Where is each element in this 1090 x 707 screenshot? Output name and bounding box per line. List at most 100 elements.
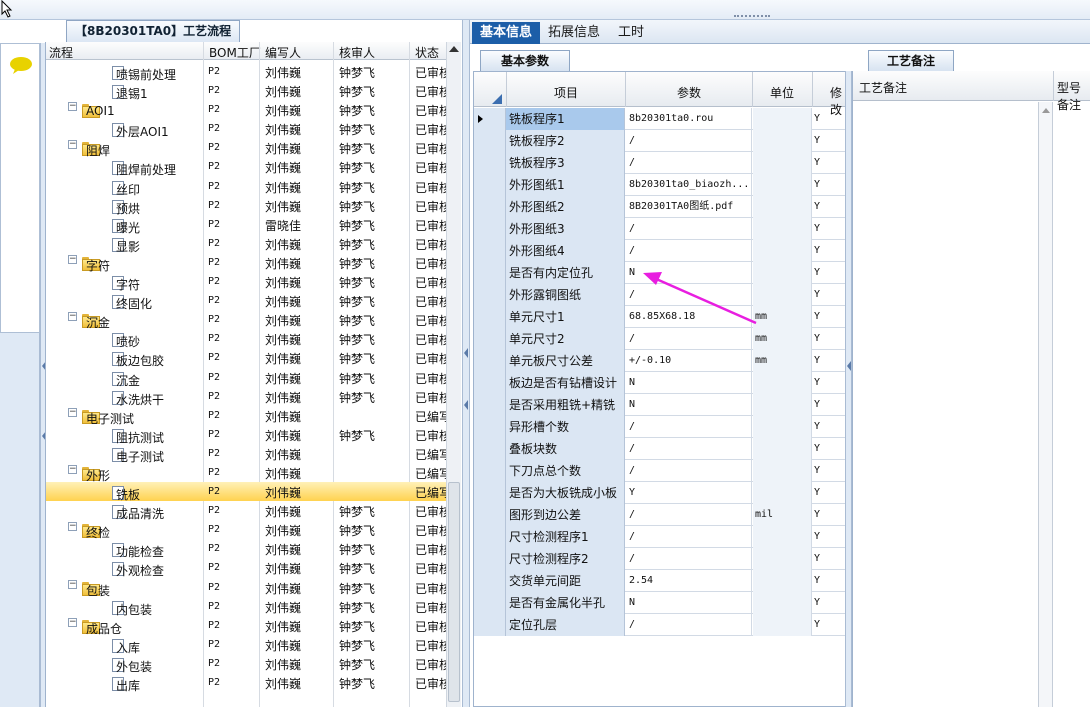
- param-cell[interactable]: /: [626, 526, 752, 548]
- tree-row[interactable]: 成品清洗 P2 刘伟巍 钟梦飞 已审核: [46, 501, 446, 521]
- tab-extended-info[interactable]: 拓展信息: [540, 22, 608, 44]
- tree-row[interactable]: − 终检 P2 刘伟巍 钟梦飞 已审核: [46, 520, 446, 540]
- col-param[interactable]: 参数: [677, 84, 701, 101]
- collapse-toggle-icon[interactable]: −: [68, 140, 77, 150]
- unit-cell[interactable]: [753, 614, 812, 636]
- param-cell[interactable]: /: [626, 240, 752, 262]
- modify-cell[interactable]: Y: [813, 526, 847, 548]
- modify-cell[interactable]: Y: [813, 350, 847, 372]
- tree-row[interactable]: 喷锡前处理 P2 刘伟巍 钟梦飞 已审核: [46, 62, 446, 82]
- unit-cell[interactable]: [753, 460, 812, 482]
- tree-row[interactable]: − 阻焊 P2 刘伟巍 钟梦飞 已审核: [46, 138, 446, 158]
- unit-cell[interactable]: mm: [753, 306, 812, 328]
- grid-row[interactable]: 铣板程序1 8b20301ta0.rou Y: [474, 108, 847, 130]
- col-status[interactable]: 状态: [415, 44, 439, 61]
- grid-row[interactable]: 尺寸检测程序2/ Y: [474, 548, 847, 570]
- col-item[interactable]: 项目: [554, 84, 578, 101]
- grid-row[interactable]: 铣板程序2/ Y: [474, 130, 847, 152]
- modify-cell[interactable]: Y: [813, 460, 847, 482]
- grid-row[interactable]: 尺寸检测程序1/ Y: [474, 526, 847, 548]
- unit-cell[interactable]: [753, 372, 812, 394]
- tree-row[interactable]: 出库 P2 刘伟巍 钟梦飞 已审核: [46, 673, 446, 693]
- row-header[interactable]: [474, 196, 506, 218]
- tree-scrollbar[interactable]: [446, 42, 461, 707]
- tree-row[interactable]: 外层AOI1 P2 刘伟巍 钟梦飞 已审核: [46, 119, 446, 139]
- grid-row[interactable]: 单元板尺寸公差 +/-0.10 mm Y: [474, 350, 847, 372]
- param-cell[interactable]: /: [626, 614, 752, 636]
- unit-cell[interactable]: [753, 196, 812, 218]
- grid-row[interactable]: 是否有金属化半孔 N Y: [474, 592, 847, 614]
- modify-cell[interactable]: Y: [813, 372, 847, 394]
- tree-row[interactable]: − 电子测试 P2 刘伟巍 已编写: [46, 406, 446, 426]
- tree-row[interactable]: 内包装 P2 刘伟巍 钟梦飞 已审核: [46, 597, 446, 617]
- unit-cell[interactable]: [753, 592, 812, 614]
- unit-cell[interactable]: [753, 240, 812, 262]
- param-cell[interactable]: 68.85X68.18: [626, 306, 752, 328]
- tree-row[interactable]: − 成品仓 P2 刘伟巍 钟梦飞 已审核: [46, 616, 446, 636]
- tree-row[interactable]: 预烘 P2 刘伟巍 钟梦飞 已审核: [46, 196, 446, 216]
- collapse-toggle-icon[interactable]: −: [68, 312, 77, 322]
- grid-row[interactable]: 外形图纸2 8B20301TA0图纸.pdf Y: [474, 196, 847, 218]
- param-cell[interactable]: /: [626, 130, 752, 152]
- tree-row[interactable]: − AOI1 P2 刘伟巍 钟梦飞 已审核: [46, 100, 446, 119]
- collapse-toggle-icon[interactable]: −: [68, 407, 77, 417]
- col-flow[interactable]: 流程: [49, 44, 73, 61]
- unit-cell[interactable]: [753, 438, 812, 460]
- modify-cell[interactable]: Y: [813, 240, 847, 262]
- grid-row[interactable]: 板边是否有钻槽设计 N Y: [474, 372, 847, 394]
- tree-row[interactable]: 功能检查 P2 刘伟巍 钟梦飞 已审核: [46, 539, 446, 559]
- row-header[interactable]: [474, 152, 506, 174]
- col-writer[interactable]: 编写人: [265, 44, 301, 61]
- row-header[interactable]: [474, 548, 506, 570]
- grid-row[interactable]: 外形图纸3/ Y: [474, 218, 847, 240]
- tree-row[interactable]: 曝光 P2 雷晓佳 钟梦飞 已审核: [46, 215, 446, 235]
- modify-cell[interactable]: Y: [813, 306, 847, 328]
- row-header[interactable]: [474, 262, 506, 284]
- tree-row[interactable]: 入库 P2 刘伟巍 钟梦飞 已审核: [46, 635, 446, 655]
- modify-cell[interactable]: Y: [813, 174, 847, 196]
- modify-cell[interactable]: Y: [813, 108, 847, 130]
- row-header[interactable]: [474, 504, 506, 526]
- tree-row[interactable]: 阻抗测试 P2 刘伟巍 钟梦飞 已审核: [46, 425, 446, 445]
- tree-row[interactable]: − 沉金 P2 刘伟巍 钟梦飞 已审核: [46, 310, 446, 330]
- grid-row[interactable]: 外形露铜图纸 / Y: [474, 284, 847, 306]
- row-header[interactable]: [474, 328, 506, 350]
- tree-row[interactable]: 外观检查 P2 刘伟巍 钟梦飞 已审核: [46, 558, 446, 578]
- grid-row[interactable]: 定位孔层 / Y: [474, 614, 847, 636]
- grid-row[interactable]: 图形到边公差 / mil Y: [474, 504, 847, 526]
- center-splitter[interactable]: [462, 20, 470, 707]
- modify-cell[interactable]: Y: [813, 504, 847, 526]
- grid-row[interactable]: 是否有内定位孔 N Y: [474, 262, 847, 284]
- tree-row[interactable]: 终固化 P2 刘伟巍 钟梦飞 已审核: [46, 291, 446, 311]
- tree-row[interactable]: 阻焊前处理 P2 刘伟巍 钟梦飞 已审核: [46, 157, 446, 177]
- row-header[interactable]: [474, 482, 506, 504]
- unit-cell[interactable]: [753, 218, 812, 240]
- col-bom[interactable]: BOM工厂: [209, 44, 261, 61]
- collapse-toggle-icon[interactable]: −: [68, 464, 77, 474]
- param-cell[interactable]: N: [626, 372, 752, 394]
- row-header[interactable]: [474, 350, 506, 372]
- unit-cell[interactable]: [753, 108, 812, 130]
- unit-cell[interactable]: [753, 482, 812, 504]
- param-cell[interactable]: /: [626, 460, 752, 482]
- param-cell[interactable]: N: [626, 394, 752, 416]
- tree-row[interactable]: 喷砂 P2 刘伟巍 钟梦飞 已审核: [46, 329, 446, 349]
- grid-row[interactable]: 下刀点总个数 / Y: [474, 460, 847, 482]
- modify-cell[interactable]: Y: [813, 614, 847, 636]
- row-header[interactable]: [474, 614, 506, 636]
- grid-row[interactable]: 是否为大板铣成小板 Y Y: [474, 482, 847, 504]
- modify-cell[interactable]: Y: [813, 570, 847, 592]
- grid-row[interactable]: 外形图纸1 8b20301ta0_biaozh... Y: [474, 174, 847, 196]
- param-cell[interactable]: N: [626, 262, 752, 284]
- unit-cell[interactable]: [753, 152, 812, 174]
- modify-cell[interactable]: Y: [813, 196, 847, 218]
- tree-row[interactable]: 显影 P2 刘伟巍 钟梦飞 已审核: [46, 234, 446, 254]
- col-reviewer[interactable]: 核审人: [339, 44, 375, 61]
- chat-bubble-icon[interactable]: [9, 56, 33, 74]
- modify-cell[interactable]: Y: [813, 592, 847, 614]
- modify-cell[interactable]: Y: [813, 482, 847, 504]
- grid-row[interactable]: 是否采用粗铣+精铣 N Y: [474, 394, 847, 416]
- row-header[interactable]: [474, 372, 506, 394]
- unit-cell[interactable]: mm: [753, 328, 812, 350]
- row-header[interactable]: [474, 306, 506, 328]
